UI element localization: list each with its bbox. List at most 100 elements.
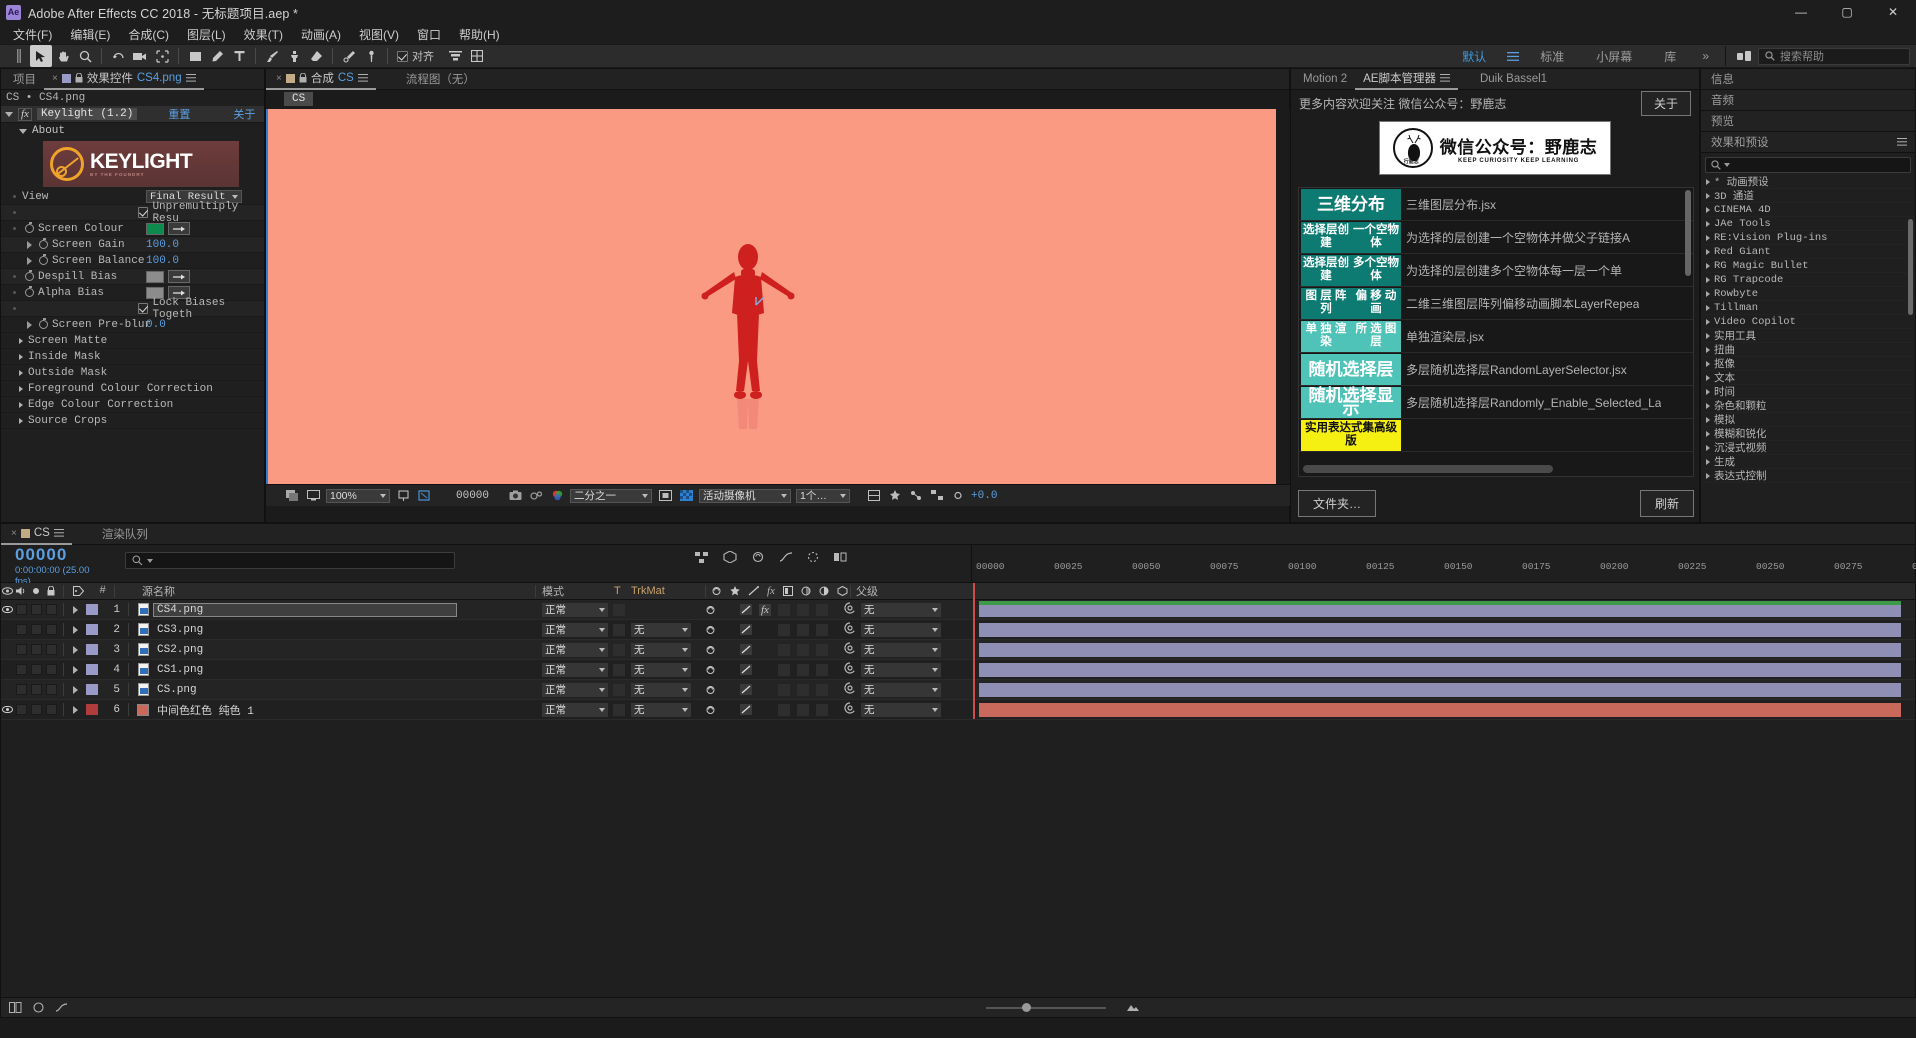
layer-expand-triangle-icon[interactable] — [68, 640, 82, 660]
layer-expand-triangle-icon[interactable] — [68, 660, 82, 680]
type-tool-icon[interactable] — [228, 45, 250, 67]
layer-switches[interactable] — [705, 643, 828, 656]
layer-source-name[interactable]: CS4.png — [153, 602, 457, 617]
rotation-tool-icon[interactable] — [107, 45, 129, 67]
layer-lock-toggle[interactable] — [43, 700, 59, 720]
close-icon[interactable]: × — [11, 528, 17, 539]
stopwatch-icon[interactable] — [25, 222, 34, 233]
effect-group-row[interactable]: Foreground Colour Correction — [1, 381, 264, 397]
effect-property-row[interactable]: Screen Balance 100.0 — [1, 253, 264, 269]
layer-expand-triangle-icon[interactable] — [68, 680, 82, 700]
category-expand-triangle-icon[interactable] — [1706, 304, 1710, 311]
layer-parent-dropdown[interactable]: 无 — [861, 602, 941, 617]
mask-shape-icon[interactable] — [416, 488, 432, 503]
script-list-item[interactable]: 单 独 渲 染所 选 图 层单独渲染层.jsx — [1299, 320, 1693, 353]
workspace-menu-icon[interactable] — [1502, 45, 1524, 67]
layer-trkmat-dropdown[interactable]: 无 — [631, 702, 691, 717]
monitor-icon[interactable] — [305, 488, 321, 503]
hand-tool-icon[interactable] — [52, 45, 74, 67]
menu-item-4[interactable]: 效果(T) — [235, 24, 292, 45]
layer-expand-triangle-icon[interactable] — [68, 600, 82, 620]
layer-audio-toggle[interactable] — [14, 640, 29, 660]
parent-column-header[interactable]: 父级 — [856, 583, 878, 599]
panel-menu-icon[interactable] — [53, 529, 64, 537]
tab-effect-controls[interactable]: × 效果控件 CS4.png — [44, 69, 204, 90]
effect-category-row[interactable]: 3D 通道 — [1701, 189, 1915, 203]
tab-duik-bassel[interactable]: Duik Bassel1 — [1472, 69, 1555, 90]
effect-category-row[interactable]: Video Copilot — [1701, 315, 1915, 329]
layer-parent-dropdown[interactable]: 无 — [861, 682, 941, 697]
category-expand-triangle-icon[interactable] — [1706, 332, 1710, 339]
tab-motion2[interactable]: Motion 2 — [1291, 69, 1355, 90]
snapping-checkbox[interactable] — [397, 50, 408, 62]
group-expand-triangle-icon[interactable] — [19, 353, 23, 360]
layer-label-color[interactable] — [86, 604, 98, 615]
effect-category-row[interactable]: Tillman — [1701, 301, 1915, 315]
refresh-button[interactable]: 刷新 — [1639, 490, 1694, 517]
group-expand-triangle-icon[interactable] — [19, 337, 23, 344]
layer-preserve-transparency-toggle[interactable] — [613, 663, 625, 676]
script-list-horizontal-scrollbar[interactable] — [1303, 465, 1553, 473]
exposure-value[interactable]: +0.0 — [971, 490, 997, 502]
composition-canvas[interactable] — [266, 109, 1276, 484]
layer-mode-dropdown[interactable]: 正常 — [542, 662, 608, 677]
layer-preserve-transparency-toggle[interactable] — [613, 683, 625, 696]
script-run-button[interactable]: 随机选择层 — [1301, 353, 1401, 385]
category-expand-triangle-icon[interactable] — [1706, 220, 1710, 227]
about-group-row[interactable]: About — [1, 123, 264, 139]
motion-blur-icon[interactable] — [807, 551, 819, 563]
script-list-item[interactable]: 随机选择层 多层随机选择层RandomLayerSelector.jsx — [1299, 353, 1693, 386]
rectangle-tool-icon[interactable] — [184, 45, 206, 67]
category-expand-triangle-icon[interactable] — [1706, 374, 1710, 381]
property-checkbox[interactable] — [138, 207, 149, 218]
script-list-item[interactable]: 随机选择显示 多层随机选择层Randomly_Enable_Selected_La — [1299, 386, 1693, 419]
layer-duration-bar[interactable] — [979, 683, 1901, 697]
layer-lock-toggle[interactable] — [43, 600, 59, 620]
parent-pickwhip-icon[interactable] — [844, 701, 856, 719]
group-expand-triangle-icon[interactable] — [19, 369, 23, 376]
effect-group-row[interactable]: Outside Mask — [1, 365, 264, 381]
property-checkbox[interactable] — [138, 303, 149, 314]
group-expand-triangle-icon[interactable] — [19, 401, 23, 408]
composition-viewport[interactable] — [266, 109, 1291, 484]
timeline-layer-row[interactable]: 4 CS1.png 正常 无 无 — [1, 660, 1915, 680]
effect-category-row[interactable]: JAe Tools — [1701, 217, 1915, 231]
layer-duration-bar[interactable] — [979, 703, 1901, 717]
workspace-standard[interactable]: 标准 — [1524, 48, 1580, 65]
current-frame-display[interactable]: 00000 — [456, 490, 489, 502]
selection-tool-icon[interactable] — [30, 45, 52, 67]
about-button[interactable]: 关于 — [1640, 90, 1691, 116]
layer-audio-toggle[interactable] — [14, 620, 29, 640]
effect-header-row[interactable]: fx Keylight (1.2) 重置 关于 — [1, 106, 264, 123]
draft-3d-icon[interactable] — [723, 551, 737, 563]
script-list-item[interactable]: 图 层 阵 列偏 移 动 画二维三维图层阵列偏移动画脚本LayerRepea — [1299, 287, 1693, 320]
layer-switches[interactable]: fx — [705, 603, 828, 616]
about-expand-icon[interactable] — [19, 128, 27, 134]
category-expand-triangle-icon[interactable] — [1706, 276, 1710, 283]
menu-item-2[interactable]: 合成(C) — [119, 24, 178, 45]
layer-preserve-transparency-toggle[interactable] — [613, 623, 625, 636]
frame-blend-icon[interactable] — [833, 551, 847, 563]
effect-category-row[interactable]: 模糊和锐化 — [1701, 427, 1915, 441]
effect-category-row[interactable]: Rowbyte — [1701, 287, 1915, 301]
eraser-tool-icon[interactable] — [305, 45, 327, 67]
effect-category-row[interactable]: 扭曲 — [1701, 343, 1915, 357]
layer-mode-dropdown[interactable]: 正常 — [542, 682, 608, 697]
category-expand-triangle-icon[interactable] — [1706, 192, 1710, 199]
layer-label-color[interactable] — [86, 624, 98, 635]
timeline-layer-row[interactable]: 2 CS3.png 正常 无 无 — [1, 620, 1915, 640]
property-expand-triangle-icon[interactable] — [27, 240, 32, 249]
layer-expand-triangle-icon[interactable] — [68, 620, 82, 640]
effect-category-row[interactable]: * 动画预设 — [1701, 175, 1915, 189]
effect-property-row[interactable]: Despill Bias — [1, 269, 264, 285]
stopwatch-icon[interactable] — [25, 270, 34, 281]
effect-category-row[interactable]: 抠像 — [1701, 357, 1915, 371]
tab-ae-script-manager[interactable]: AE脚本管理器 — [1355, 69, 1458, 90]
script-run-button[interactable]: 单 独 渲 染所 选 图 层 — [1301, 320, 1401, 352]
menu-item-3[interactable]: 图层(L) — [178, 24, 235, 45]
current-time-display[interactable]: 00000 0:00:00:00 (25.00 fps) — [1, 545, 101, 587]
effect-group-row[interactable]: Screen Matte — [1, 333, 264, 349]
category-expand-triangle-icon[interactable] — [1706, 178, 1710, 185]
workspace-small-screen[interactable]: 小屏幕 — [1580, 48, 1648, 65]
timeline-link-icon[interactable] — [908, 488, 924, 503]
